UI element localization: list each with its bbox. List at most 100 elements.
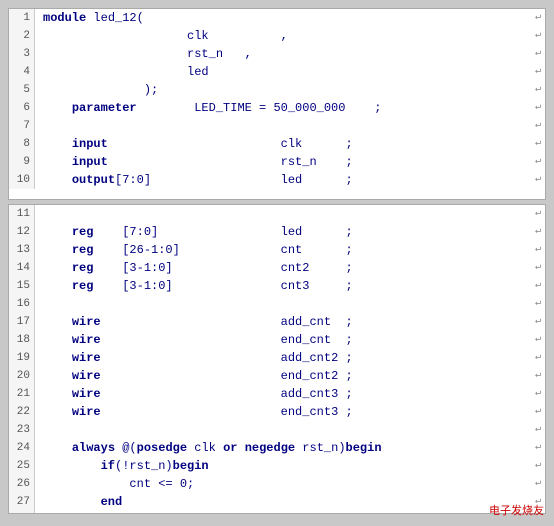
line-number: 25 bbox=[9, 457, 35, 475]
line-number: 3 bbox=[9, 45, 35, 63]
line-content: always @(posedge clk or negedge rst_n)be… bbox=[35, 439, 535, 457]
table-row: 25 if(!rst_n)begin↵ bbox=[9, 457, 545, 475]
line-number: 20 bbox=[9, 367, 35, 385]
table-row: 18 wire end_cnt ;↵ bbox=[9, 331, 545, 349]
line-number: 19 bbox=[9, 349, 35, 367]
line-content: reg [3-1:0] cnt3 ; bbox=[35, 277, 535, 295]
line-content: reg [3-1:0] cnt2 ; bbox=[35, 259, 535, 277]
end-arrow: ↵ bbox=[535, 259, 545, 277]
table-row: 19 wire add_cnt2 ;↵ bbox=[9, 349, 545, 367]
end-arrow: ↵ bbox=[535, 385, 545, 403]
end-arrow: ↵ bbox=[535, 475, 545, 493]
line-content: wire end_cnt2 ; bbox=[35, 367, 535, 385]
line-number: 15 bbox=[9, 277, 35, 295]
line-content bbox=[35, 205, 535, 223]
table-row: 1module led_12(↵ bbox=[9, 9, 545, 27]
end-arrow: ↵ bbox=[535, 457, 545, 475]
line-number: 4 bbox=[9, 63, 35, 81]
line-content: input clk ; bbox=[35, 135, 535, 153]
line-content: else if(add_cnt)begin bbox=[35, 511, 535, 514]
end-arrow: ↵ bbox=[535, 313, 545, 331]
table-row: 26 cnt <= 0;↵ bbox=[9, 475, 545, 493]
table-row: 23 ↵ bbox=[9, 421, 545, 439]
line-number: 28 bbox=[9, 511, 35, 514]
watermark: 电子发烧友 bbox=[489, 502, 544, 518]
line-number: 27 bbox=[9, 493, 35, 511]
line-content: wire add_cnt2 ; bbox=[35, 349, 535, 367]
table-row: 11 ↵ bbox=[9, 205, 545, 223]
line-content: cnt <= 0; bbox=[35, 475, 535, 493]
line-content: output[7:0] led ; bbox=[35, 171, 535, 189]
line-content bbox=[35, 295, 535, 313]
line-content: reg [7:0] led ; bbox=[35, 223, 535, 241]
line-content: if(!rst_n)begin bbox=[35, 457, 535, 475]
end-arrow: ↵ bbox=[535, 99, 545, 117]
code-panel-bottom: 11 ↵12 reg [7:0] led ;↵13 reg [26-1:0] c… bbox=[8, 204, 546, 514]
table-row: 15 reg [3-1:0] cnt3 ;↵ bbox=[9, 277, 545, 295]
line-number: 11 bbox=[9, 205, 35, 223]
code-panel-top: 1module led_12(↵2 clk ,↵3 rst_n ,↵4 led↵… bbox=[8, 8, 546, 200]
end-arrow: ↵ bbox=[535, 9, 545, 27]
end-arrow: ↵ bbox=[535, 153, 545, 171]
table-row: 21 wire add_cnt3 ;↵ bbox=[9, 385, 545, 403]
line-content: ); bbox=[35, 81, 535, 99]
end-arrow: ↵ bbox=[535, 367, 545, 385]
line-number: 10 bbox=[9, 171, 35, 189]
end-arrow: ↵ bbox=[535, 277, 545, 295]
line-number: 24 bbox=[9, 439, 35, 457]
line-content bbox=[35, 117, 535, 135]
line-number: 13 bbox=[9, 241, 35, 259]
line-content: rst_n , bbox=[35, 45, 535, 63]
line-content: led bbox=[35, 63, 535, 81]
table-row: 16 ↵ bbox=[9, 295, 545, 313]
table-row: 3 rst_n ,↵ bbox=[9, 45, 545, 63]
table-row: 24 always @(posedge clk or negedge rst_n… bbox=[9, 439, 545, 457]
panel2-content: 11 ↵12 reg [7:0] led ;↵13 reg [26-1:0] c… bbox=[9, 205, 545, 514]
line-number: 16 bbox=[9, 295, 35, 313]
end-arrow: ↵ bbox=[535, 205, 545, 223]
line-number: 14 bbox=[9, 259, 35, 277]
line-number: 7 bbox=[9, 117, 35, 135]
line-number: 21 bbox=[9, 385, 35, 403]
line-number: 17 bbox=[9, 313, 35, 331]
line-content: wire end_cnt3 ; bbox=[35, 403, 535, 421]
table-row: 2 clk ,↵ bbox=[9, 27, 545, 45]
end-arrow: ↵ bbox=[535, 63, 545, 81]
table-row: 28 else if(add_cnt)begin↵ bbox=[9, 511, 545, 514]
line-content: wire add_cnt3 ; bbox=[35, 385, 535, 403]
line-number: 9 bbox=[9, 153, 35, 171]
table-row: 14 reg [3-1:0] cnt2 ;↵ bbox=[9, 259, 545, 277]
end-arrow: ↵ bbox=[535, 27, 545, 45]
end-arrow: ↵ bbox=[535, 421, 545, 439]
table-row: 27 end↵ bbox=[9, 493, 545, 511]
table-row: 4 led↵ bbox=[9, 63, 545, 81]
line-number: 5 bbox=[9, 81, 35, 99]
end-arrow: ↵ bbox=[535, 295, 545, 313]
end-arrow: ↵ bbox=[535, 403, 545, 421]
end-arrow: ↵ bbox=[535, 439, 545, 457]
line-number: 6 bbox=[9, 99, 35, 117]
table-row: 12 reg [7:0] led ;↵ bbox=[9, 223, 545, 241]
line-content: wire end_cnt ; bbox=[35, 331, 535, 349]
table-row: 7 ↵ bbox=[9, 117, 545, 135]
panel1-content: 1module led_12(↵2 clk ,↵3 rst_n ,↵4 led↵… bbox=[9, 9, 545, 189]
line-content: parameter LED_TIME = 50_000_000 ; bbox=[35, 99, 535, 117]
line-number: 1 bbox=[9, 9, 35, 27]
table-row: 20 wire end_cnt2 ;↵ bbox=[9, 367, 545, 385]
line-number: 26 bbox=[9, 475, 35, 493]
line-content: wire add_cnt ; bbox=[35, 313, 535, 331]
table-row: 22 wire end_cnt3 ;↵ bbox=[9, 403, 545, 421]
line-content bbox=[35, 421, 535, 439]
end-arrow: ↵ bbox=[535, 117, 545, 135]
table-row: 6 parameter LED_TIME = 50_000_000 ;↵ bbox=[9, 99, 545, 117]
end-arrow: ↵ bbox=[535, 135, 545, 153]
table-row: 13 reg [26-1:0] cnt ;↵ bbox=[9, 241, 545, 259]
line-number: 8 bbox=[9, 135, 35, 153]
end-arrow: ↵ bbox=[535, 223, 545, 241]
end-arrow: ↵ bbox=[535, 331, 545, 349]
table-row: 10 output[7:0] led ;↵ bbox=[9, 171, 545, 189]
line-content: end bbox=[35, 493, 535, 511]
line-content: reg [26-1:0] cnt ; bbox=[35, 241, 535, 259]
end-arrow: ↵ bbox=[535, 349, 545, 367]
table-row: 8 input clk ;↵ bbox=[9, 135, 545, 153]
